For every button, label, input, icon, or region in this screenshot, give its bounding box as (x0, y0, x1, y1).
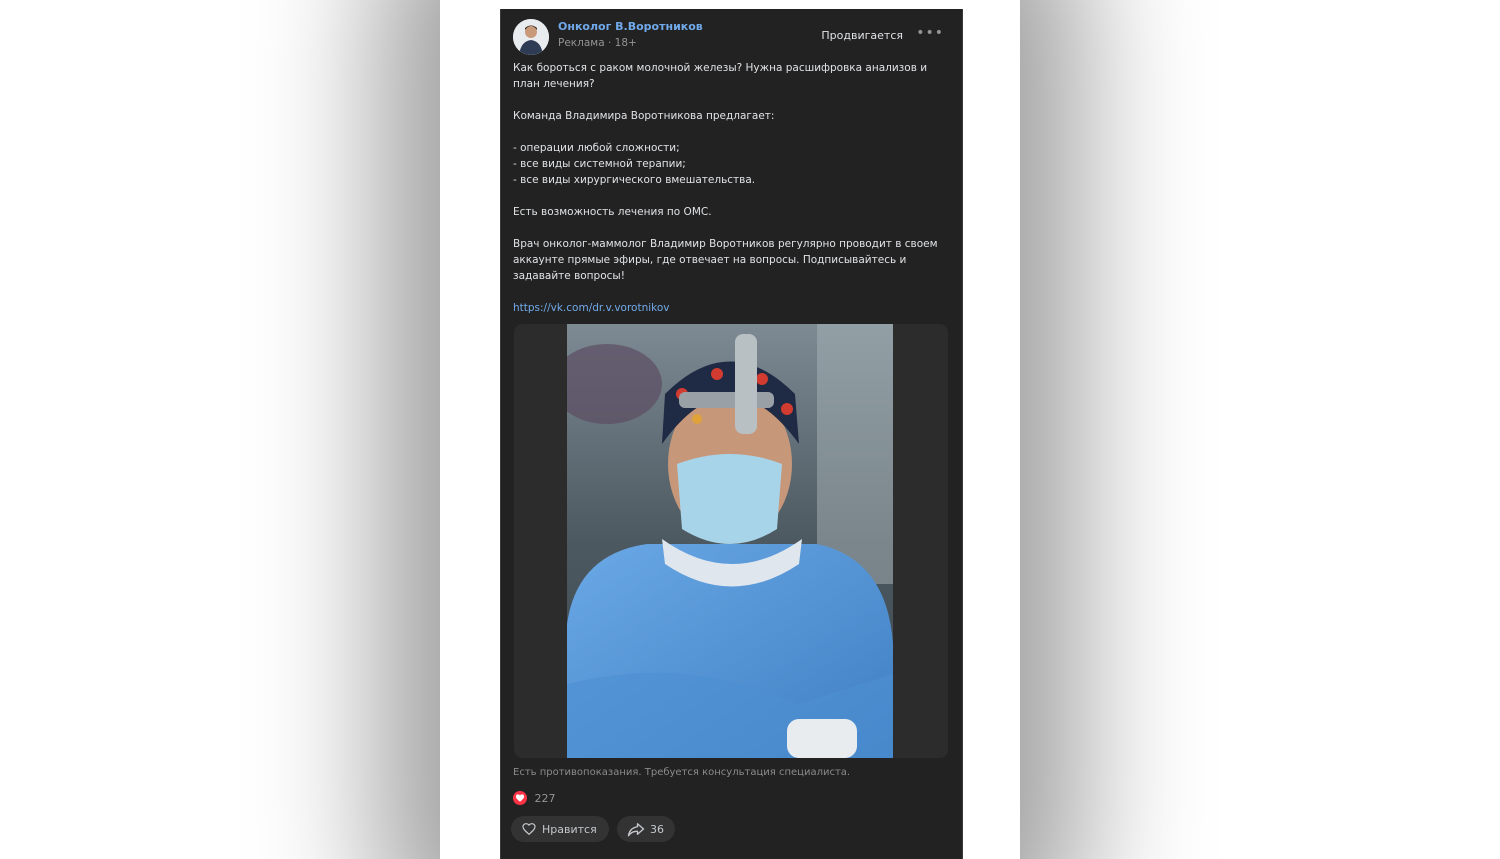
reactions-summary[interactable]: 227 (513, 791, 556, 807)
ad-label: Реклама (558, 37, 605, 49)
meta-separator: · (607, 37, 615, 49)
ad-meta: Реклама · 18+ (558, 37, 637, 49)
share-count: 36 (650, 822, 664, 836)
author-name-link[interactable]: Онколог В.Воротников (558, 20, 703, 33)
ad-post-card: Онколог В.Воротников Реклама · 18+ Продв… (500, 9, 963, 859)
post-paragraph: Есть возможность лечения по ОМС. (513, 206, 712, 218)
screenshot-stage: Онколог В.Воротников Реклама · 18+ Продв… (0, 0, 1500, 859)
post-paragraph: Команда Владимира Воротникова предлагает… (513, 110, 775, 122)
more-horizontal-icon[interactable]: ••• (916, 25, 944, 41)
disclaimer-text: Есть противопоказания. Требуется консуль… (513, 767, 851, 778)
share-arrow-icon (627, 823, 645, 837)
surgeon-photo (567, 324, 893, 758)
heart-outline-icon (522, 823, 536, 836)
author-avatar[interactable] (513, 19, 549, 55)
post-paragraph: Как бороться с раком молочной железы? Ну… (513, 62, 928, 90)
age-label: 18+ (614, 37, 637, 49)
post-text: Как бороться с раком молочной железы? Ну… (513, 60, 951, 316)
post-photo-container[interactable] (514, 324, 948, 758)
heart-reaction-icon (513, 791, 527, 805)
reactions-count: 227 (534, 791, 556, 805)
promoted-label: Продвигается (821, 29, 903, 42)
post-link[interactable]: https://vk.com/dr.v.vorotnikov (513, 302, 670, 314)
post-paragraph: - операции любой сложности; - все виды с… (513, 142, 756, 186)
like-button-label: Нравится (542, 822, 597, 836)
post-header: Онколог В.Воротников Реклама · 18+ Продв… (513, 19, 950, 59)
like-button[interactable]: Нравится (511, 816, 609, 842)
post-paragraph: Врач онколог-маммолог Владимир Воротнико… (513, 238, 938, 282)
share-button[interactable]: 36 (617, 816, 675, 842)
